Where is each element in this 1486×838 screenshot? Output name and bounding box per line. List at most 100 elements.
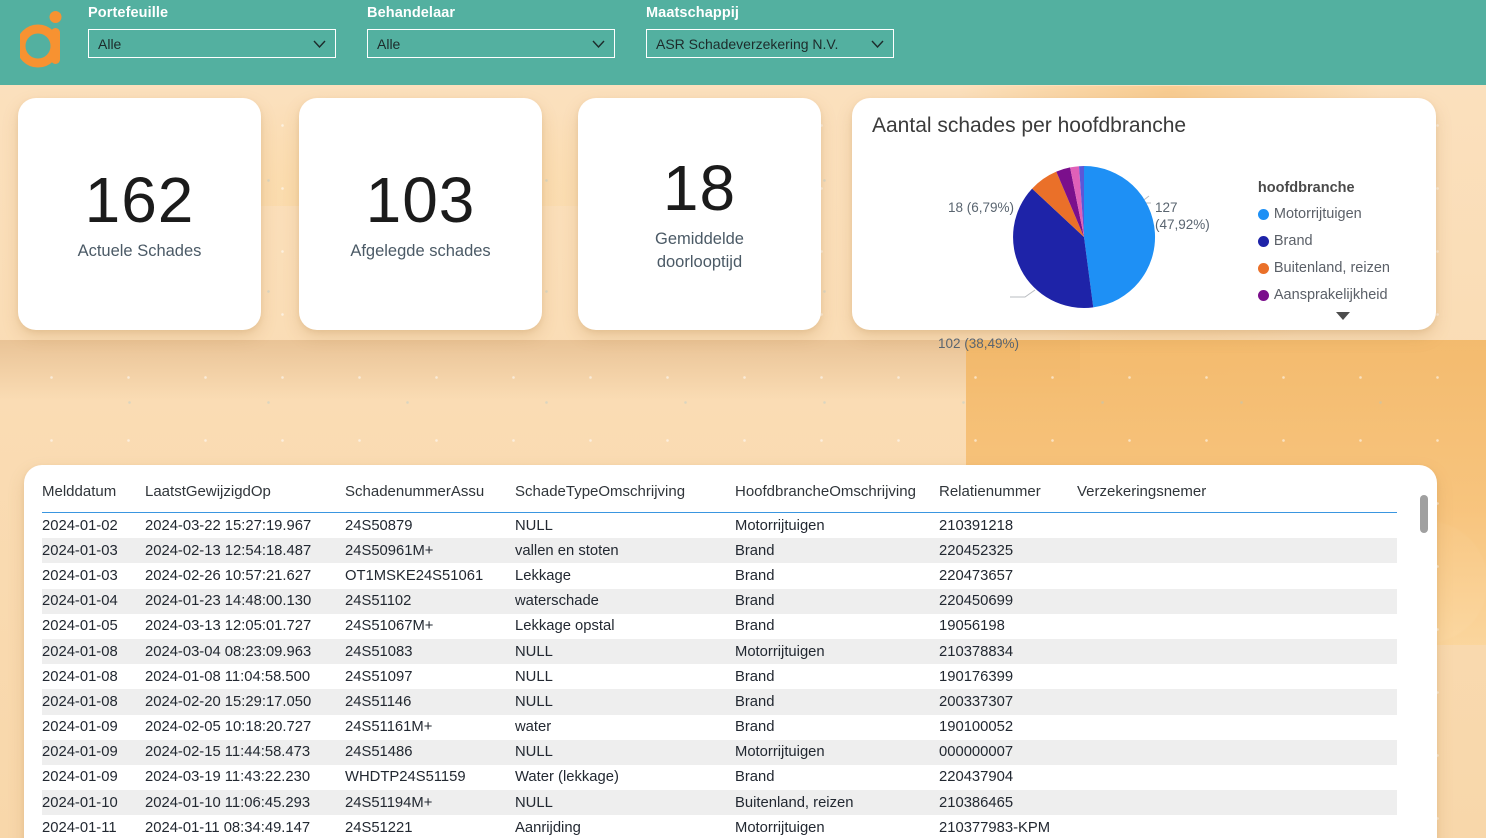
column-header-schadetypeomschrijving[interactable]: SchadeTypeOmschrijving — [515, 483, 735, 513]
table-cell: Brand — [735, 567, 775, 584]
column-header-melddatum[interactable]: Melddatum — [42, 483, 145, 513]
kpi-label-line-1: Gemiddelde — [655, 230, 744, 248]
legend-item-label: Aansprakelijkheid — [1273, 287, 1388, 303]
logo[interactable] — [0, 0, 88, 85]
legend-item-aansprakelijkheid[interactable]: Aansprakelijkheid — [1257, 286, 1436, 304]
table-row[interactable]: 2024-01-03 2024-02-13 12:54:18.487 24S5096… — [42, 538, 1397, 564]
table-row[interactable]: 2024-01-04 2024-01-23 14:48:00.130 24S5110… — [42, 588, 1397, 614]
pie-label-motorrijtuigen: 127 (47,92%) — [1155, 199, 1210, 233]
table-cell: 2024-03-22 15:27:19.967 — [145, 517, 312, 534]
table-row[interactable]: 2024-01-09 2024-02-15 11:44:58.473 24S5148… — [42, 739, 1397, 765]
table-vertical-scrollbar[interactable] — [1420, 495, 1428, 838]
column-header-laatstgewijzigdop[interactable]: LaatstGewijzigdOp — [145, 483, 345, 513]
filter-maatschappij: Maatschappij ASR Schadeverzekering N.V. — [646, 5, 894, 58]
column-header-relatienummer[interactable]: Relatienummer — [939, 483, 1077, 513]
table-cell — [1077, 589, 1397, 614]
chevron-down-icon[interactable] — [1335, 312, 1350, 320]
table-cell: 2024-01-09 — [42, 769, 118, 786]
legend-color-swatch-icon — [1257, 235, 1269, 247]
kpi-value: 162 — [84, 163, 195, 236]
table-cell: 2024-01-08 — [42, 693, 118, 710]
filter-behandelaar: Behandelaar Alle — [367, 5, 615, 58]
table-row[interactable]: 2024-01-09 2024-02-05 10:18:20.727 24S5116… — [42, 715, 1397, 740]
table-cell — [1077, 790, 1397, 815]
table-cell: 190176399 — [939, 668, 1014, 685]
filter-portefeuille: Portefeuille Alle — [88, 5, 336, 58]
table-cell: NULL — [515, 668, 553, 685]
filter-maatschappij-value: ASR Schadeverzekering N.V. — [656, 35, 839, 52]
table-row[interactable]: 2024-01-08 2024-02-20 15:29:17.050 24S5114… — [42, 689, 1397, 715]
table-cell: 24S51083 — [345, 643, 413, 660]
table-cell: 2024-03-04 08:23:09.963 — [145, 643, 312, 660]
table-cell — [1077, 689, 1397, 714]
kpi-card-actuele-schades[interactable]: 162 Actuele Schades — [18, 98, 261, 330]
app-header: Portefeuille Alle Behandelaar Alle Maats… — [0, 0, 1486, 85]
chevron-down-icon — [871, 40, 884, 48]
pie-chart-svg — [1010, 165, 1156, 308]
pie-chart-plot[interactable]: 18 (6,79%) 127 (47,92%) 102 (38,49%) — [872, 141, 1258, 351]
table-cell: Brand — [735, 719, 775, 736]
filter-portefeuille-select[interactable]: Alle — [88, 29, 336, 58]
legend-item-brand[interactable]: Brand — [1257, 232, 1436, 250]
pie-label-value: 127 — [1155, 200, 1178, 215]
filter-behandelaar-select[interactable]: Alle — [367, 29, 615, 58]
table-row[interactable]: 2024-01-08 2024-01-08 11:04:58.500 24S5109… — [42, 664, 1397, 689]
table-row[interactable]: 2024-01-11 2024-01-11 08:34:49.147 24S5122… — [42, 815, 1397, 838]
kpi-card-afgelegde-schades[interactable]: 103 Afgelegde schades — [299, 98, 542, 330]
pie-label-brand: 102 (38,49%) — [938, 336, 1020, 351]
table-row[interactable]: 2024-01-02 2024-03-22 15:27:19.967 24S5087… — [42, 513, 1397, 539]
table-cell: 210391218 — [939, 517, 1014, 534]
table-cell: 24S50879 — [345, 517, 413, 534]
table-cell: 2024-01-05 — [42, 618, 118, 635]
table-cell: 2024-01-10 — [42, 794, 118, 811]
column-header-schadenummerassu[interactable]: SchadenummerAssu — [345, 483, 515, 513]
pie-label-buitenland: 18 (6,79%) — [948, 200, 1015, 215]
table-cell: Brand — [735, 769, 775, 786]
table-row[interactable]: 2024-01-03 2024-02-26 10:57:21.627 OT1MSKE… — [42, 563, 1397, 588]
table-cell: Motorrijtuigen — [735, 744, 825, 761]
legend-item-label: Buitenland, reizen — [1273, 260, 1390, 276]
table-cell — [1077, 664, 1397, 689]
table-cell: 24S50961M+ — [345, 542, 434, 559]
table-cell: 24S51102 — [345, 593, 412, 610]
table-cell — [1077, 614, 1397, 639]
table-row[interactable]: 2024-01-08 2024-03-04 08:23:09.963 24S5108… — [42, 638, 1397, 665]
column-header-hoofdbrancheomschrijving[interactable]: HoofdbrancheOmschrijving — [735, 483, 939, 513]
table-scrollbar-thumb[interactable] — [1420, 495, 1428, 533]
filter-portefeuille-label: Portefeuille — [88, 5, 169, 21]
schades-table: Melddatum LaatstGewijzigdOp Schadenummer… — [42, 483, 1397, 838]
legend-color-swatch-icon — [1257, 208, 1269, 220]
table-cell: 220473657 — [939, 567, 1014, 584]
table-row[interactable]: 2024-01-09 2024-03-19 11:43:22.230 WHDTP24… — [42, 765, 1397, 790]
table-row[interactable]: 2024-01-05 2024-03-13 12:05:01.727 24S5106… — [42, 614, 1397, 639]
kpi-value: 18 — [662, 152, 737, 224]
chevron-down-icon — [313, 40, 326, 48]
table-cell: water — [515, 719, 552, 736]
table-cell: 24S51161M+ — [345, 719, 433, 736]
legend-item-motorrijtuigen[interactable]: Motorrijtuigen — [1257, 205, 1436, 223]
table-cell: 220452325 — [939, 542, 1014, 559]
schades-table-scroll-area[interactable]: Melddatum LaatstGewijzigdOp Schadenummer… — [24, 483, 1437, 838]
filter-maatschappij-label: Maatschappij — [646, 5, 740, 21]
legend-item-buitenland-reizen[interactable]: Buitenland, reizen — [1257, 259, 1436, 277]
table-cell: 2024-01-03 — [42, 567, 118, 584]
table-cell: 24S51146 — [345, 693, 412, 710]
legend-item-label: Brand — [1273, 233, 1313, 249]
filter-bar: Portefeuille Alle Behandelaar Alle Maats… — [88, 0, 925, 58]
filter-behandelaar-value: Alle — [377, 35, 401, 52]
table-cell: 2024-01-04 — [42, 593, 118, 610]
table-body: 2024-01-02 2024-03-22 15:27:19.967 24S5087… — [42, 513, 1397, 838]
table-cell: 2024-01-10 11:06:45.293 — [145, 794, 311, 811]
pie-chart-title: Aantal schades per hoofdbranche — [872, 114, 1187, 137]
table-cell: vallen en stoten — [515, 542, 619, 559]
filter-maatschappij-select[interactable]: ASR Schadeverzekering N.V. — [646, 29, 894, 58]
table-row[interactable]: 2024-01-10 2024-01-10 11:06:45.293 24S5119… — [42, 790, 1397, 816]
column-header-verzekeringsnemer[interactable]: Verzekeringsnemer — [1077, 483, 1397, 513]
table-cell: Brand — [735, 693, 775, 710]
table-cell: 210386465 — [939, 794, 1014, 811]
table-cell: 24S51486 — [345, 744, 413, 761]
table-cell: 210377983-KPM — [939, 819, 1051, 836]
table-cell — [1077, 639, 1397, 664]
kpi-card-gemiddelde-doorlooptijd[interactable]: 18 Gemiddelde doorlooptijd — [578, 98, 821, 330]
table-cell: 2024-01-08 — [42, 643, 118, 660]
